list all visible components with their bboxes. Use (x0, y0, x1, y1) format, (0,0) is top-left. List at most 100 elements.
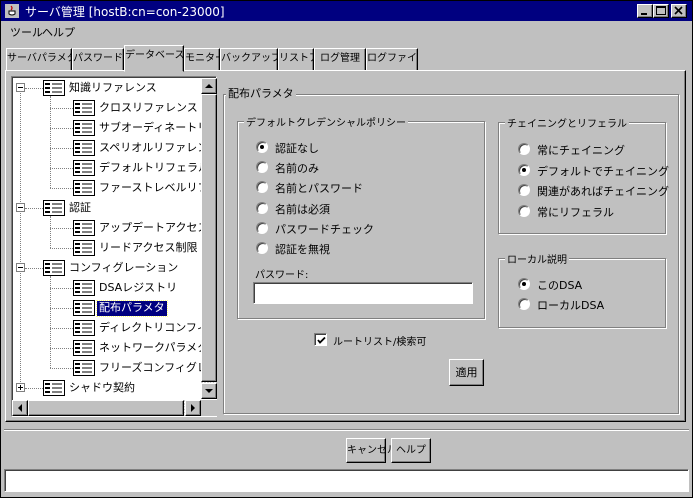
directory-node-icon (73, 340, 95, 356)
tree-leaf-node[interactable]: ファーストレベルリファレンス (12, 178, 216, 198)
tree-node-label: ネットワークパラメタ (99, 341, 209, 354)
title-bar[interactable]: サーバ管理 [hostB:cn=con-23000] (1, 1, 692, 21)
directory-node-icon (73, 180, 95, 196)
tree-leaf-node[interactable]: DSAレジストリ (12, 278, 216, 298)
radio-label: このDSA (537, 279, 583, 292)
tab-database[interactable]: データベース (124, 45, 184, 72)
tree-node-label: リードアクセス制限 (99, 241, 198, 254)
menu-bar: ツール ヘルプ (1, 21, 692, 41)
tree-leaf-node[interactable]: クロスリファレンス (12, 98, 216, 118)
tree-horizontal-scrollbar[interactable] (12, 400, 201, 416)
radio-button[interactable] (256, 141, 268, 153)
tree-category-node[interactable]: 認証 (12, 198, 216, 218)
radio-button[interactable] (518, 278, 530, 290)
tree-leaf-node[interactable]: デフォルトリフェラル (12, 158, 216, 178)
tab-server-params[interactable]: サーバパラメタ (6, 48, 72, 71)
scroll-left-button[interactable] (12, 400, 28, 416)
directory-node-icon (73, 120, 95, 136)
tab-restore[interactable]: リストア (278, 48, 314, 71)
tree-node-label: クロスリファレンス (99, 101, 198, 114)
tree-leaf-node[interactable]: 配布パラメタ (12, 298, 216, 318)
checkmark-icon (317, 336, 326, 344)
cancel-button[interactable]: キャンセル (346, 438, 397, 463)
directory-node-icon (73, 300, 95, 316)
root-list-option[interactable]: ルートリスト/検索可 (314, 332, 434, 348)
tab-log-file[interactable]: ログファイル (366, 48, 418, 71)
tree-leaf-node[interactable]: スペリオルリファレンス (12, 138, 216, 158)
tree-node-label: 配布パラメタ (96, 300, 168, 317)
minimize-button[interactable] (637, 4, 653, 18)
menu-help[interactable]: ヘルプ (42, 24, 75, 40)
scroll-down-button[interactable] (201, 383, 217, 399)
scroll-right-button[interactable] (185, 400, 201, 416)
tree-leaf-node[interactable]: ディレクトリコンフィグレーション (12, 318, 216, 338)
radio-button[interactable] (256, 201, 268, 214)
radio-button[interactable] (518, 298, 530, 310)
scroll-up-button[interactable] (201, 78, 217, 94)
collapse-icon[interactable] (16, 263, 25, 272)
tree-node-label: サブオーディネートリファレンス (99, 121, 217, 134)
panel-title: 配布パラメタ (226, 85, 296, 101)
tree-node-label: フリーズコンフィグレーション (99, 361, 216, 374)
tree-node-label: アップデートアクセス制限 (99, 221, 216, 234)
directory-node-icon (73, 280, 95, 296)
local-description-title: ローカル説明 (505, 251, 569, 266)
footer-divider (4, 429, 689, 431)
directory-node-icon (73, 140, 95, 156)
directory-node-icon (43, 260, 65, 276)
config-tree[interactable]: 知識リファレンスクロスリファレンスサブオーディネートリファレンススペリオルリファ… (11, 76, 217, 417)
tree-node-label: ディレクトリコンフィグレーション (99, 321, 216, 334)
radio-button[interactable] (518, 184, 530, 196)
root-list-checkbox[interactable] (314, 333, 327, 346)
tree-leaf-node[interactable]: フリーズコンフィグレーション (12, 358, 216, 378)
radio-label: 常にチェイニング (537, 144, 625, 157)
tree-leaf-node[interactable]: アップデートアクセス制限 (12, 218, 216, 238)
radio-button[interactable] (256, 242, 268, 254)
tree-leaf-node[interactable]: リードアクセス制限 (12, 238, 216, 258)
scroll-thumb-horizontal[interactable] (28, 400, 184, 416)
directory-node-icon (73, 320, 95, 336)
arrow-up-icon (205, 84, 213, 88)
tree-category-node[interactable]: 知識リファレンス (12, 78, 216, 98)
root-list-label: ルートリスト/検索可 (333, 337, 427, 348)
radio-label: ローカルDSA (537, 299, 605, 312)
radio-button[interactable] (518, 163, 530, 176)
tab-log-management[interactable]: ログ管理 (314, 48, 366, 71)
tab-monitor[interactable]: モニター (184, 48, 220, 71)
radio-button[interactable] (518, 204, 530, 217)
maximize-button[interactable] (653, 4, 669, 18)
radio-label: デフォルトでチェイニング (537, 164, 669, 178)
menu-tools[interactable]: ツール (10, 24, 43, 40)
tree-category-node[interactable]: コンフィグレーション (12, 258, 216, 278)
tree-leaf-node[interactable]: サブオーディネートリファレンス (12, 118, 217, 138)
chaining-referral-title: チェイニングとリフェラル (505, 115, 629, 130)
directory-node-icon (73, 100, 95, 116)
scroll-thumb-vertical[interactable] (201, 94, 217, 382)
tree-category-node[interactable]: シャドウ契約 (12, 378, 216, 398)
help-button[interactable]: ヘルプ (391, 438, 431, 463)
collapse-icon[interactable] (16, 203, 25, 212)
directory-node-icon (43, 200, 65, 216)
radio-button[interactable] (256, 221, 268, 234)
tree-leaf-node[interactable]: ネットワークパラメタ (12, 338, 216, 358)
radio-label: パスワードチェック (275, 222, 374, 236)
radio-label: 名前のみ (275, 162, 319, 176)
tree-vertical-scrollbar[interactable] (201, 78, 217, 399)
radio-label: 認証を無視 (275, 243, 330, 256)
apply-button[interactable]: 適用 (449, 359, 484, 386)
radio-button[interactable] (518, 143, 530, 155)
arrow-left-icon (18, 404, 22, 412)
tab-backup[interactable]: バックアップ (220, 48, 278, 71)
directory-node-icon (43, 380, 65, 396)
tree-node-label: 認証 (69, 201, 91, 214)
password-input[interactable] (253, 282, 473, 304)
expand-icon[interactable] (16, 383, 25, 392)
status-bar (4, 469, 689, 492)
tree-node-label: シャドウ契約 (69, 381, 135, 394)
directory-node-icon (73, 220, 95, 236)
window-title: サーバ管理 [hostB:cn=con-23000] (25, 5, 225, 19)
close-button[interactable] (671, 4, 687, 18)
radio-label: 名前は必須 (275, 202, 330, 216)
collapse-icon[interactable] (16, 83, 25, 92)
tab-password[interactable]: パスワード (72, 48, 124, 71)
